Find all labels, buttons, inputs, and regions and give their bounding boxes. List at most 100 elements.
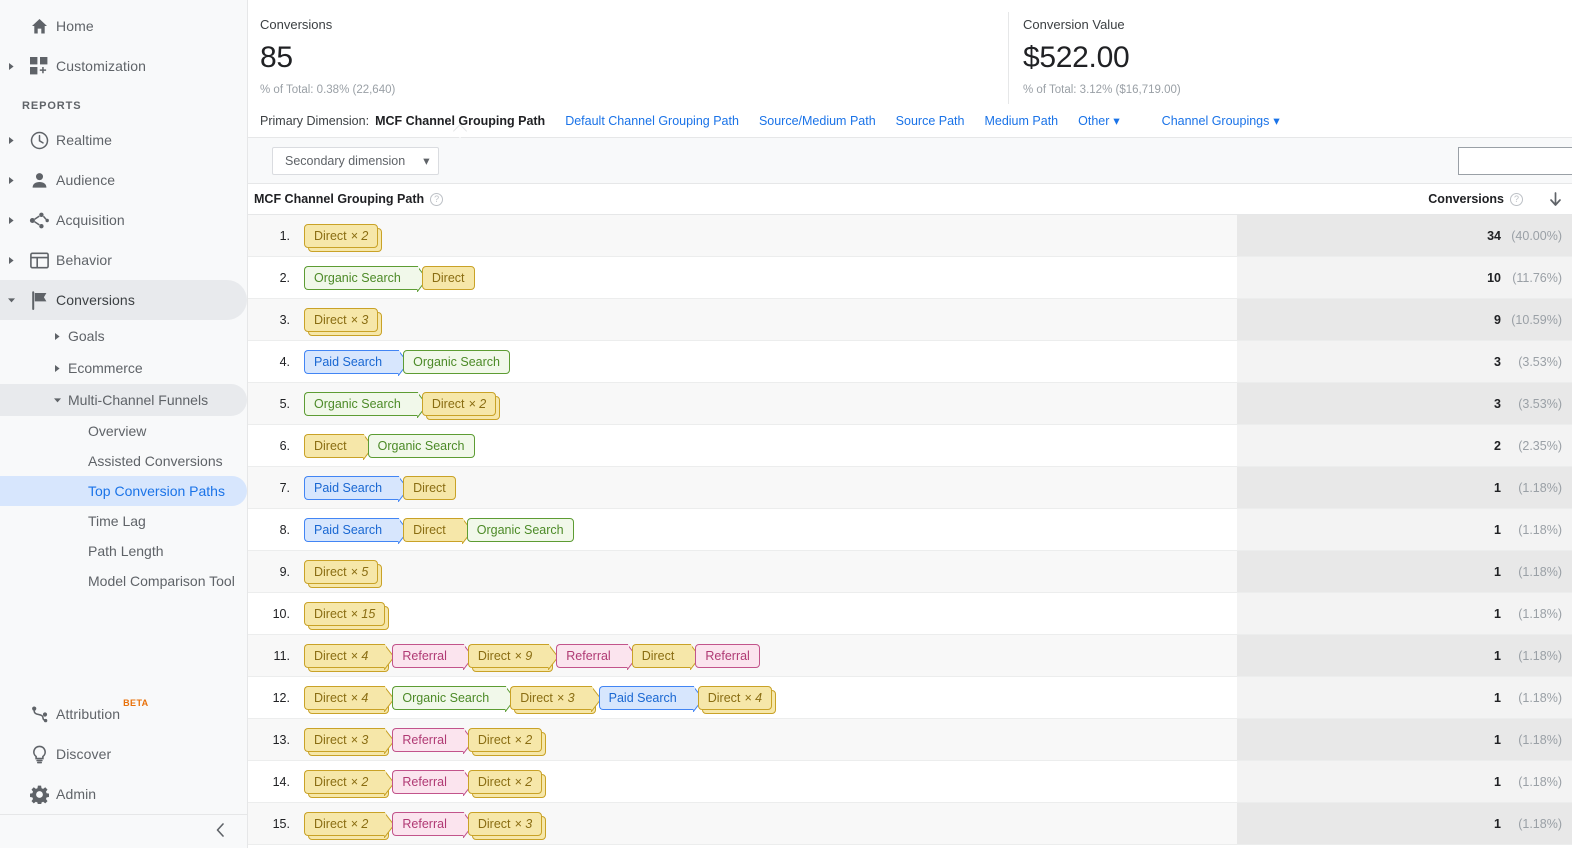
path-chip[interactable]: Referral xyxy=(392,810,474,839)
path-chip[interactable]: Direct × 9 xyxy=(467,642,559,672)
table-row[interactable]: 12. Direct × 4 Organic Search Direct × 3 Paid … xyxy=(248,677,1572,719)
path-chip[interactable]: Direct × 2 xyxy=(304,223,383,252)
chevron-right-icon[interactable] xyxy=(0,62,22,71)
column-header-conversions[interactable]: Conversions ? xyxy=(1237,191,1572,207)
path-chip[interactable]: Direct × 15 xyxy=(304,601,390,630)
path-chip[interactable]: Direct xyxy=(631,642,702,671)
sidebar-item-conversions[interactable]: Conversions xyxy=(0,280,247,320)
sidebar-leaf-overview[interactable]: Overview xyxy=(0,416,247,446)
dimension-tab-other[interactable]: Other ▾ xyxy=(1078,113,1120,128)
path-chip[interactable]: Direct xyxy=(304,432,374,461)
path-chip[interactable]: Referral xyxy=(556,642,638,671)
path-chip[interactable]: Referral xyxy=(392,726,474,755)
path-chip[interactable]: Organic Search xyxy=(392,684,516,713)
dimension-tab-medium-path[interactable]: Medium Path xyxy=(984,114,1058,128)
path-chip[interactable]: Direct × 3 xyxy=(510,684,602,714)
path-chip[interactable]: Paid Search xyxy=(598,684,704,713)
path-chip[interactable]: Direct × 4 xyxy=(304,684,396,714)
sidebar-leaf-time-lag[interactable]: Time Lag xyxy=(0,506,247,536)
path-chip[interactable]: Direct × 2 xyxy=(467,769,547,798)
chevron-right-icon[interactable] xyxy=(0,216,22,225)
table-row[interactable]: 4. Paid Search Organic Search 3 (3.53%) xyxy=(248,341,1572,383)
sidebar-leaf-path-length[interactable]: Path Length xyxy=(0,536,247,566)
path-chip[interactable]: Direct xyxy=(403,475,456,500)
path-chip[interactable]: Referral xyxy=(695,643,760,668)
table-row[interactable]: 15. Direct × 2 Referral Direct × 3 1 (1.18%) xyxy=(248,803,1572,845)
sidebar-item-discover[interactable]: Discover xyxy=(0,734,247,774)
sidebar-subitem-multi-channel-funnels[interactable]: Multi-Channel Funnels xyxy=(0,384,247,416)
path-chip-body: Direct × 5 xyxy=(304,559,379,584)
path-chip[interactable]: Direct × 3 xyxy=(467,811,547,840)
chevron-right-icon[interactable] xyxy=(0,136,22,145)
dimension-tab-default-channel-grouping-path[interactable]: Default Channel Grouping Path xyxy=(565,114,739,128)
chevron-right-icon[interactable] xyxy=(46,364,68,373)
help-icon[interactable]: ? xyxy=(1510,192,1523,206)
path-chip-body: Direct × 3 xyxy=(467,811,543,836)
secondary-dimension-button[interactable]: Secondary dimension ▾ xyxy=(272,146,439,175)
table-row[interactable]: 6. Direct Organic Search 2 (2.35%) xyxy=(248,425,1572,467)
path-chip[interactable]: Direct xyxy=(403,516,473,545)
cell-conversions: 3 (3.53%) xyxy=(1237,383,1572,424)
arrow-down-icon[interactable] xyxy=(1549,191,1562,207)
table-row[interactable]: 7. Paid Search Direct 1 (1.18%) xyxy=(248,467,1572,509)
sidebar-item-audience[interactable]: Audience xyxy=(0,160,247,200)
path-chip[interactable]: Organic Search xyxy=(304,264,428,293)
path-chip[interactable]: Direct × 3 xyxy=(304,307,383,336)
path-chip[interactable]: Direct × 4 xyxy=(697,685,777,714)
sidebar-subitem-goals[interactable]: Goals xyxy=(0,320,247,352)
table-row[interactable]: 11. Direct × 4 Referral Direct × 9 Referral Dir… xyxy=(248,635,1572,677)
sidebar-item-home[interactable]: Home xyxy=(0,6,247,46)
table-row[interactable]: 10. Direct × 15 1 (1.18%) xyxy=(248,593,1572,635)
path-chip[interactable]: Direct xyxy=(421,265,475,290)
path-chip[interactable]: Direct × 3 xyxy=(304,726,396,756)
path-chip[interactable]: Direct × 2 xyxy=(304,768,396,798)
channel-groupings-dropdown[interactable]: Channel Groupings ▾ xyxy=(1162,113,1280,128)
path-chip[interactable]: Paid Search xyxy=(304,474,409,503)
table-search-input[interactable] xyxy=(1458,147,1572,175)
path-chip[interactable]: Direct × 4 xyxy=(304,642,396,672)
path-chip[interactable]: Organic Search xyxy=(466,517,574,542)
sidebar-item-behavior[interactable]: Behavior xyxy=(0,240,247,280)
chevron-right-icon[interactable] xyxy=(46,332,68,341)
table-row[interactable]: 5. Organic Search Direct × 2 3 (3.53%) xyxy=(248,383,1572,425)
chevron-down-icon[interactable] xyxy=(46,397,68,404)
path-chip[interactable]: Paid Search xyxy=(304,516,409,545)
table-row[interactable]: 8. Paid Search Direct Organic Search 1 (1.18%… xyxy=(248,509,1572,551)
table-row[interactable]: 14. Direct × 2 Referral Direct × 2 1 (1.18%) xyxy=(248,761,1572,803)
sidebar-item-realtime[interactable]: Realtime xyxy=(0,120,247,160)
sidebar-item-customization[interactable]: Customization xyxy=(0,46,247,86)
table-row[interactable]: 3. Direct × 3 9 (10.59%) xyxy=(248,299,1572,341)
sidebar-leaf-top-conversion-paths[interactable]: Top Conversion Paths xyxy=(0,476,247,506)
path-chip[interactable]: Direct × 2 xyxy=(304,810,396,840)
table-row[interactable]: 13. Direct × 3 Referral Direct × 2 1 (1.18%) xyxy=(248,719,1572,761)
path-chip[interactable]: Direct × 2 xyxy=(421,391,501,420)
path-chip[interactable]: Referral xyxy=(392,642,474,671)
row-conversions-value: 1 xyxy=(1494,522,1501,537)
path-chip[interactable]: Direct × 2 xyxy=(467,727,547,756)
table-row[interactable]: 9. Direct × 5 1 (1.18%) xyxy=(248,551,1572,593)
path-chip[interactable]: Direct × 5 xyxy=(304,559,383,588)
column-header-path[interactable]: MCF Channel Grouping Path ? xyxy=(248,192,1237,206)
path-chip[interactable]: Organic Search xyxy=(403,349,510,374)
path-chip[interactable]: Paid Search xyxy=(304,348,409,377)
help-icon[interactable]: ? xyxy=(430,192,444,206)
dimension-tab-source-path[interactable]: Source Path xyxy=(896,114,965,128)
chevron-down-icon[interactable] xyxy=(0,297,22,304)
sidebar-subitem-ecommerce[interactable]: Ecommerce xyxy=(0,352,247,384)
chevron-right-icon[interactable] xyxy=(0,176,22,185)
sidebar-item-admin[interactable]: Admin xyxy=(0,774,247,814)
path-chip[interactable]: Organic Search xyxy=(367,433,475,458)
path-chip[interactable]: Organic Search xyxy=(304,390,428,419)
sidebar-leaf-assisted-conversions[interactable]: Assisted Conversions xyxy=(0,446,247,476)
sidebar-collapse-button[interactable] xyxy=(0,814,247,848)
chevron-right-icon[interactable] xyxy=(0,256,22,265)
sidebar-item-acquisition[interactable]: Acquisition xyxy=(0,200,247,240)
table-row[interactable]: 2. Organic Search Direct 10 (11.76%) xyxy=(248,257,1572,299)
path-chip[interactable]: Referral xyxy=(392,768,474,797)
sidebar-leaf-model-comparison-tool[interactable]: Model Comparison Tool xyxy=(0,566,247,596)
sidebar-item-attribution[interactable]: Attribution BETA xyxy=(0,694,247,734)
dimension-tab-source-medium-path[interactable]: Source/Medium Path xyxy=(759,114,876,128)
table-row[interactable]: 1. Direct × 2 34 (40.00%) xyxy=(248,215,1572,257)
chip-edge-fill xyxy=(383,812,387,835)
row-conversions-value: 2 xyxy=(1494,438,1501,453)
